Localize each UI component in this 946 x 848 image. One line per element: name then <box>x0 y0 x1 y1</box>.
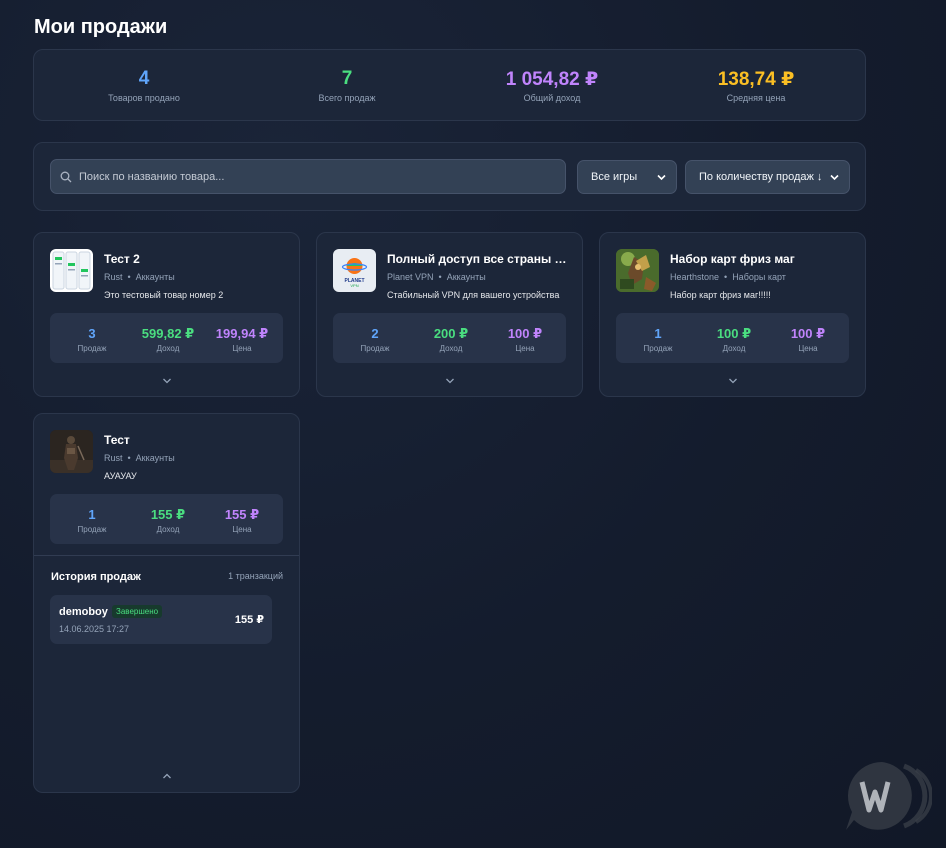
product-game: Planet VPN <box>387 272 434 282</box>
app-screenshots-image <box>50 249 93 292</box>
product-stats: 1 Продаж 155 ₽ Доход 155 ₽ Цена <box>50 494 283 544</box>
product-card-expanded[interactable]: Тест Rust • Аккаунты АУАУАУ 1 Продаж 155 ₽ Д… <box>33 413 300 793</box>
sales-count: 1 <box>654 326 662 341</box>
transaction-date: 14.06.2025 17:27 <box>59 624 130 634</box>
product-meta: Rust • Аккаунты <box>104 272 175 282</box>
sort-value: По количеству продаж ↓ <box>699 171 823 183</box>
product-name: Набор карт фриз маг <box>670 252 795 266</box>
income-label: Доход <box>156 525 180 534</box>
product-card[interactable]: Тест 2 Rust • Аккаунты Это тестовый товар … <box>33 232 300 397</box>
stat-label: Товаров продано <box>108 93 180 103</box>
stat-value: 4 <box>138 68 150 89</box>
transaction-amount: 155 ₽ <box>234 614 264 626</box>
product-description: Стабильный VPN для вашего устройства <box>387 290 560 300</box>
svg-text:VPN: VPN <box>350 283 358 288</box>
game-filter-select[interactable]: Все игры <box>577 160 677 194</box>
search-box[interactable] <box>50 159 566 194</box>
history-title: История продаж <box>51 571 141 583</box>
income-value: 155 ₽ <box>150 507 186 522</box>
watermark-logo <box>846 762 932 830</box>
stat-label: Средняя цена <box>726 93 786 103</box>
stat-value: 7 <box>341 68 353 89</box>
sales-count: 1 <box>88 507 96 522</box>
price-label: Цена <box>798 344 818 353</box>
income-label: Доход <box>439 344 463 353</box>
sort-select[interactable]: По количеству продаж ↓ <box>685 160 850 194</box>
product-card[interactable]: Набор карт фриз маг Hearthstone • Наборы к… <box>599 232 866 397</box>
income-label: Доход <box>156 344 180 353</box>
chevron-down-icon[interactable] <box>728 377 738 385</box>
product-game: Rust <box>104 272 123 282</box>
divider <box>34 555 299 556</box>
product-name: Полный доступ все страны (1... <box>387 252 567 266</box>
buyer-name: demoboy <box>59 606 108 618</box>
sales-count: 3 <box>88 326 96 341</box>
chevron-down-icon[interactable] <box>445 377 455 385</box>
product-description: Это тестовый товар номер 2 <box>104 290 224 300</box>
price-value: 100 ₽ <box>507 326 543 341</box>
search-icon <box>60 171 72 183</box>
chevron-up-icon[interactable] <box>162 772 172 780</box>
sales-count: 2 <box>371 326 379 341</box>
search-input[interactable] <box>79 160 559 193</box>
product-category: Аккаунты <box>135 453 175 463</box>
sales-label: Продаж <box>360 344 390 353</box>
price-value: 199,94 ₽ <box>215 326 269 341</box>
product-category: Аккаунты <box>135 272 175 282</box>
rust-character-art <box>50 430 93 473</box>
chevron-down-icon <box>830 174 839 181</box>
sales-label: Продаж <box>77 344 107 353</box>
chevron-down-icon <box>657 174 666 181</box>
product-description: АУАУАУ <box>104 471 137 481</box>
price-label: Цена <box>232 525 252 534</box>
product-meta: Planet VPN • Аккаунты <box>387 272 486 282</box>
transaction-item: demoboy Завершено 14.06.2025 17:27 155 ₽ <box>50 595 272 644</box>
product-stats: 2 Продаж 200 ₽ Доход 100 ₽ Цена <box>333 313 566 363</box>
stat-label: Общий доход <box>523 93 581 103</box>
history-count: 1 транзакций <box>228 571 283 581</box>
price-label: Цена <box>232 344 252 353</box>
product-game: Rust <box>104 453 123 463</box>
stat-total-income: 1 054,82 ₽ Общий доход <box>448 50 656 122</box>
product-card[interactable]: PLANET VPN Полный доступ все страны (1..… <box>316 232 583 397</box>
price-value: 155 ₽ <box>224 507 260 522</box>
hearthstone-card-art <box>616 249 659 292</box>
price-value: 100 ₽ <box>790 326 826 341</box>
income-value: 100 ₽ <box>716 326 752 341</box>
income-value: 200 ₽ <box>433 326 469 341</box>
stat-label: Всего продаж <box>318 93 376 103</box>
stats-panel: 4 Товаров продано 7 Всего продаж 1 054,8… <box>33 49 866 121</box>
status-badge: Завершено <box>112 605 163 618</box>
game-filter-value: Все игры <box>591 171 638 183</box>
planet-vpn-logo: PLANET VPN <box>333 249 376 292</box>
product-description: Набор карт фриз маг!!!!! <box>670 290 771 300</box>
product-stats: 1 Продаж 100 ₽ Доход 100 ₽ Цена <box>616 313 849 363</box>
product-category: Наборы карт <box>732 272 786 282</box>
product-game: Hearthstone <box>670 272 720 282</box>
product-meta: Rust • Аккаунты <box>104 453 175 463</box>
product-category: Аккаунты <box>446 272 486 282</box>
product-name: Тест <box>104 433 130 447</box>
stat-value: 1 054,82 ₽ <box>505 69 599 90</box>
page-title: Мои продажи <box>34 16 168 38</box>
sales-label: Продаж <box>643 344 673 353</box>
product-name: Тест 2 <box>104 252 140 266</box>
chevron-down-icon[interactable] <box>162 377 172 385</box>
income-value: 599,82 ₽ <box>141 326 195 341</box>
stat-total-sales: 7 Всего продаж <box>243 50 451 122</box>
stat-products-sold: 4 Товаров продано <box>40 50 248 122</box>
product-stats: 3 Продаж 599,82 ₽ Доход 199,94 ₽ Цена <box>50 313 283 363</box>
product-meta: Hearthstone • Наборы карт <box>670 272 786 282</box>
stat-value: 138,74 ₽ <box>717 69 795 90</box>
income-label: Доход <box>722 344 746 353</box>
filters-panel: Все игры По количеству продаж ↓ <box>33 142 866 211</box>
stat-average-price: 138,74 ₽ Средняя цена <box>652 50 860 122</box>
price-label: Цена <box>515 344 535 353</box>
sales-label: Продаж <box>77 525 107 534</box>
